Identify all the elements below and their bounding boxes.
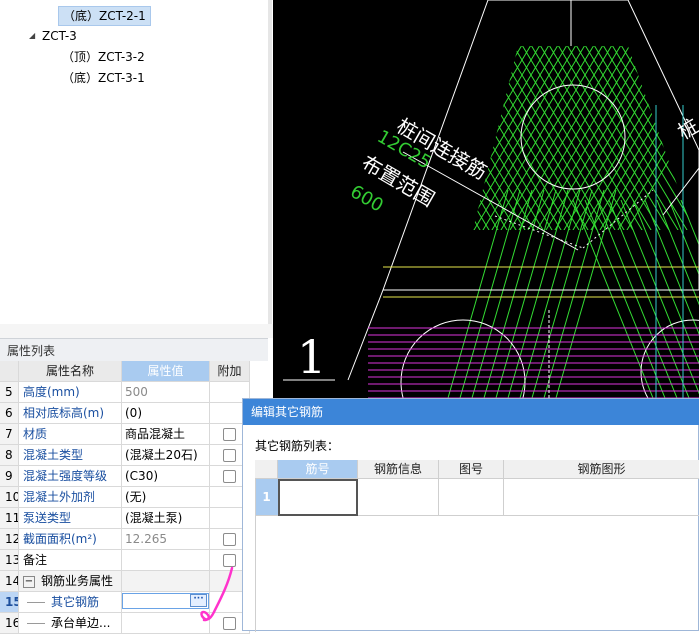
tree-expand-icon[interactable]: ◢ (29, 31, 35, 40)
column-header-rebar-shape[interactable]: 钢筋图形 (504, 460, 699, 479)
tree-node-zct-3-2[interactable]: （顶）ZCT-3-2 (58, 48, 149, 66)
property-name-label: 混凝土类型 (23, 448, 83, 462)
property-name: 泵送类型 (19, 508, 122, 529)
cad-drawing: 桩间连接筋 12C25 布置范围 600 桩 1 (273, 0, 699, 398)
component-tree: （底）ZCT-2-1 ◢ ZCT-3 （顶）ZCT-3-2 （底）ZCT-3-1 (0, 0, 269, 324)
property-name: 截面面积(m²) (19, 529, 122, 550)
property-name-label: 备注 (23, 553, 47, 567)
property-name-label: 混凝土强度等级 (23, 469, 107, 483)
rebar-shape-cell[interactable] (504, 479, 699, 516)
property-name-label: 钢筋业务属性 (41, 574, 113, 588)
row-number[interactable]: 14 (0, 571, 19, 592)
extra-checkbox[interactable] (223, 449, 236, 462)
label-range-value: 600 (347, 181, 387, 216)
property-name: 材质 (19, 424, 122, 445)
annotation-stroke (190, 560, 240, 631)
property-name: 混凝土外加剂 (19, 487, 122, 508)
row-number[interactable]: 10 (0, 487, 19, 508)
label-right-partial: 桩 (674, 114, 699, 145)
property-name: 其它钢筋 (19, 592, 122, 613)
row-number[interactable]: 5 (0, 382, 19, 403)
property-value[interactable]: (0) (122, 403, 210, 424)
property-panel-title: 属性列表 (7, 342, 55, 359)
property-name-label: 泵送类型 (23, 511, 71, 525)
column-header-rebar-info[interactable]: 钢筋信息 (358, 460, 439, 479)
property-name: 混凝土类型 (19, 445, 122, 466)
property-name: 备注 (19, 550, 122, 571)
dialog-grid-corner (255, 460, 278, 479)
panel-splitter[interactable] (0, 324, 273, 338)
bar-number-cell[interactable] (278, 479, 358, 516)
row-number[interactable]: 7 (0, 424, 19, 445)
dialog-row-number[interactable]: 1 (255, 479, 278, 516)
property-value[interactable]: 商品混凝土 (122, 424, 210, 445)
dialog-title: 编辑其它钢筋 (251, 405, 323, 419)
row-number[interactable]: 12 (0, 529, 19, 550)
property-name-label: 混凝土外加剂 (23, 490, 95, 504)
label-section-number: 1 (297, 330, 326, 384)
column-header-figure-no[interactable]: 图号 (439, 460, 504, 479)
tree-node-label: （底）ZCT-2-1 (63, 9, 146, 23)
row-number[interactable]: 9 (0, 466, 19, 487)
figure-no-cell[interactable] (439, 479, 504, 516)
column-header-name[interactable]: 属性名称 (19, 361, 122, 382)
grid-corner (0, 361, 19, 382)
tree-node-zct-3[interactable]: ZCT-3 (38, 27, 81, 45)
tree-scrollbar[interactable] (268, 0, 272, 324)
property-value[interactable]: (混凝土20石) (122, 445, 210, 466)
edit-other-rebar-dialog: 编辑其它钢筋 其它钢筋列表： 筋号 钢筋信息 图号 钢筋图形 1 (242, 398, 699, 631)
row-number[interactable]: 13 (0, 550, 19, 571)
rebar-lines-magenta (368, 328, 699, 398)
dialog-title-bar[interactable]: 编辑其它钢筋 (243, 399, 699, 425)
property-panel-header: 属性列表 (0, 338, 268, 362)
rebar-info-cell[interactable] (358, 479, 439, 516)
column-header-extra[interactable]: 附加 (210, 361, 250, 382)
property-name: −钢筋业务属性 (19, 571, 122, 592)
row-number-label: 1 (262, 490, 270, 504)
property-name-label: 相对底标高(m) (23, 406, 104, 420)
tree-node-label: （顶）ZCT-3-2 (62, 50, 145, 64)
tree-connector (27, 623, 45, 624)
property-value[interactable]: (混凝土泵) (122, 508, 210, 529)
tree-node-zct-3-1[interactable]: （底）ZCT-3-1 (58, 69, 149, 87)
row-number[interactable]: 11 (0, 508, 19, 529)
extra-checkbox[interactable] (223, 533, 236, 546)
grid-left-border (255, 479, 256, 632)
dimension-ticks (583, 190, 653, 248)
tree-node-label: ZCT-3 (42, 29, 77, 43)
row-number[interactable]: 15 (0, 592, 19, 613)
extra-checkbox[interactable] (223, 428, 236, 441)
row-number[interactable]: 6 (0, 403, 19, 424)
property-name: 混凝土强度等级 (19, 466, 122, 487)
column-header-label: 属性名称 (46, 364, 94, 378)
column-header-label: 属性值 (147, 364, 183, 378)
cad-drawing-canvas[interactable]: 桩间连接筋 12C25 布置范围 600 桩 1 (273, 0, 699, 398)
property-value[interactable]: (C30) (122, 466, 210, 487)
tree-node-label: （底）ZCT-3-1 (62, 71, 145, 85)
tree-connector (27, 602, 45, 603)
property-name-label: 材质 (23, 427, 47, 441)
property-name-label: 高度(mm) (23, 385, 80, 399)
column-header-label: 钢筋信息 (374, 462, 422, 476)
column-header-label: 钢筋图形 (577, 462, 625, 476)
dimension-line (663, 168, 699, 215)
extra-checkbox[interactable] (223, 470, 236, 483)
property-value[interactable]: 12.265 (122, 529, 210, 550)
collapse-icon[interactable]: − (23, 576, 35, 588)
row-number[interactable]: 8 (0, 445, 19, 466)
property-name: 相对底标高(m) (19, 403, 122, 424)
tree-node-zct-2-1[interactable]: （底）ZCT-2-1 (58, 6, 151, 26)
column-header-label: 图号 (459, 462, 483, 476)
column-header-label: 附加 (217, 364, 241, 378)
property-value[interactable]: 500 (122, 382, 210, 403)
property-name-label: 截面面积(m²) (23, 532, 97, 546)
property-value[interactable]: (无) (122, 487, 210, 508)
rebar-list-label: 其它钢筋列表： (255, 437, 339, 454)
property-name: 高度(mm) (19, 382, 122, 403)
column-header-label: 筋号 (305, 462, 329, 476)
column-header-bar-number[interactable]: 筋号 (278, 460, 358, 479)
column-header-value[interactable]: 属性值 (122, 361, 210, 382)
